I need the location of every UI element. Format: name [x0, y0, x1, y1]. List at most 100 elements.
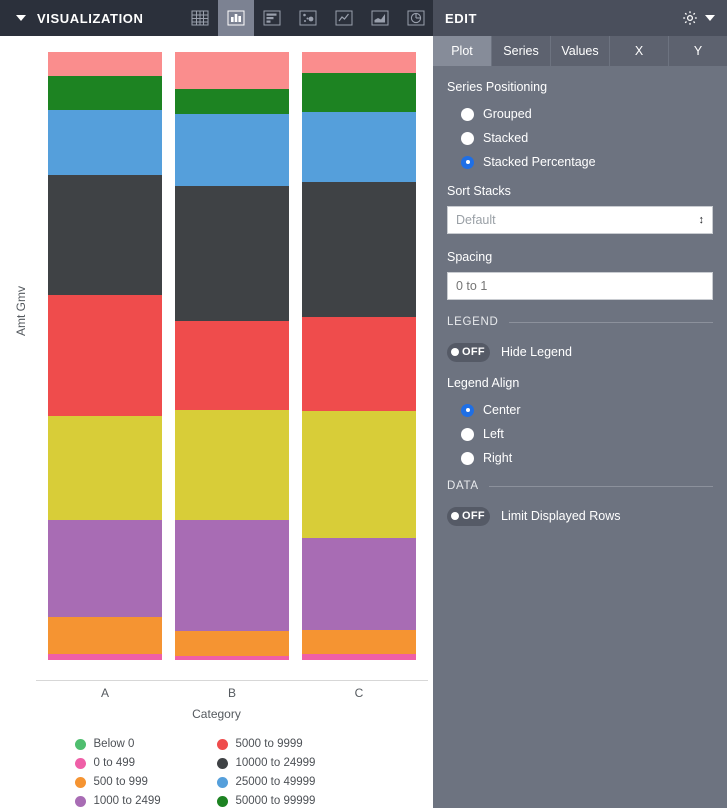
- bar-segment[interactable]: [48, 175, 162, 295]
- chart-legend: Below 0 5000 to 9999 0 to 499 10000 to 2499…: [0, 736, 433, 808]
- legend-align-option-right[interactable]: Right: [447, 446, 713, 470]
- bar-b[interactable]: [175, 52, 289, 660]
- bar-segment[interactable]: [48, 415, 162, 521]
- legend-align-option-left[interactable]: Left: [447, 422, 713, 446]
- scatter-chart-icon[interactable]: [290, 0, 326, 36]
- bar-segment[interactable]: [175, 630, 289, 656]
- legend-item-label: 10000 to 24999: [235, 757, 316, 769]
- select-arrow-icon: ↕: [698, 213, 705, 226]
- legend-color-swatch-icon: [74, 757, 86, 769]
- pie-chart-icon[interactable]: [398, 0, 434, 36]
- legend-item[interactable]: 1000 to 2499: [74, 793, 217, 808]
- series-positioning-option-stacked[interactable]: Stacked: [447, 126, 713, 150]
- bar-segment[interactable]: [302, 317, 416, 412]
- section-divider: [508, 321, 713, 323]
- tab-y[interactable]: Y: [669, 36, 727, 66]
- radio-icon: [461, 403, 474, 417]
- legend-section-title: LEGEND: [447, 316, 499, 328]
- bar-segment[interactable]: [48, 75, 162, 110]
- bar-segment[interactable]: [48, 616, 162, 654]
- bar-segment[interactable]: [175, 114, 289, 186]
- data-section-header: DATA: [447, 480, 713, 492]
- tab-series[interactable]: Series: [492, 36, 551, 66]
- bar-segment[interactable]: [302, 411, 416, 538]
- line-chart-icon[interactable]: [326, 0, 362, 36]
- column-chart-icon[interactable]: [217, 0, 254, 36]
- limit-rows-toggle[interactable]: OFF: [447, 506, 490, 526]
- legend-item[interactable]: 0 to 499: [74, 755, 217, 771]
- bar-segment[interactable]: [302, 537, 416, 631]
- bar-segment[interactable]: [48, 294, 162, 416]
- x-axis-tick-b: B: [227, 686, 236, 700]
- area-chart-icon[interactable]: [362, 0, 398, 36]
- hide-legend-row: OFF Hide Legend: [447, 340, 713, 364]
- series-positioning-option-stacked-percentage[interactable]: Stacked Percentage: [447, 150, 713, 174]
- section-divider: [488, 485, 713, 487]
- bar-segment[interactable]: [302, 630, 416, 654]
- spacing-input[interactable]: [447, 272, 713, 300]
- tab-x[interactable]: X: [610, 36, 669, 66]
- legend-color-swatch-icon: [74, 795, 86, 807]
- radio-label: Right: [483, 451, 513, 465]
- bar-chart-icon[interactable]: [254, 0, 290, 36]
- limit-rows-row: OFF Limit Displayed Rows: [447, 504, 713, 528]
- bar-segment[interactable]: [48, 520, 162, 617]
- bar-segment[interactable]: [48, 109, 162, 176]
- bar-segment[interactable]: [175, 52, 289, 90]
- radio-icon: [461, 451, 474, 465]
- legend-color-swatch-icon: [74, 776, 86, 788]
- bar-segment[interactable]: [302, 72, 416, 112]
- limit-rows-toggle-state: OFF: [462, 510, 485, 522]
- table-icon[interactable]: [182, 0, 218, 36]
- bar-segment[interactable]: [175, 409, 289, 521]
- legend-align-radio-group: Center Left Right: [447, 398, 713, 470]
- radio-icon: [461, 155, 474, 169]
- bar-segment[interactable]: [48, 52, 162, 76]
- legend-align-option-center[interactable]: Center: [447, 398, 713, 422]
- sort-stacks-select[interactable]: Default ↕: [447, 206, 713, 234]
- hide-legend-toggle[interactable]: OFF: [447, 342, 490, 362]
- gear-icon[interactable]: [681, 9, 699, 27]
- legend-item-label: 50000 to 99999: [235, 795, 316, 807]
- series-positioning-radio-group: Grouped Stacked Stacked Percentage: [447, 102, 713, 174]
- legend-item[interactable]: 50000 to 99999: [216, 793, 359, 808]
- legend-color-swatch-icon: [216, 776, 228, 788]
- radio-label: Center: [483, 403, 521, 417]
- edit-panel-header-actions: [681, 9, 715, 27]
- legend-item[interactable]: 25000 to 49999: [216, 774, 359, 790]
- bar-segment[interactable]: [302, 52, 416, 73]
- spacing-label: Spacing: [447, 250, 493, 264]
- edit-panel-body: Series Positioning Grouped Stacked Stacked…: [433, 66, 727, 528]
- tab-values[interactable]: Values: [551, 36, 610, 66]
- legend-item[interactable]: 10000 to 24999: [216, 755, 359, 771]
- chevron-down-icon[interactable]: [705, 15, 715, 21]
- chevron-down-icon[interactable]: [16, 15, 26, 21]
- radio-label: Left: [483, 427, 504, 441]
- bar-segment[interactable]: [302, 181, 416, 318]
- bar-segment[interactable]: [175, 89, 289, 115]
- radio-icon: [461, 107, 474, 121]
- legend-item[interactable]: Below 0: [74, 736, 217, 752]
- legend-section-header: LEGEND: [447, 316, 713, 328]
- x-axis-line: [36, 680, 428, 681]
- sort-stacks-label: Sort Stacks: [447, 184, 511, 198]
- bar-segment[interactable]: [175, 321, 289, 410]
- legend-item[interactable]: 500 to 999: [74, 774, 217, 790]
- bar-segment[interactable]: [175, 185, 289, 322]
- legend-item[interactable]: 5000 to 9999: [216, 736, 359, 752]
- series-positioning-label: Series Positioning: [447, 80, 548, 94]
- radio-icon: [461, 427, 474, 441]
- bar-segment[interactable]: [302, 111, 416, 182]
- bar-segment[interactable]: [175, 655, 289, 660]
- bar-segment[interactable]: [175, 520, 289, 631]
- hide-legend-label: Hide Legend: [501, 345, 572, 359]
- data-section-title: DATA: [447, 480, 479, 492]
- bar-a[interactable]: [48, 52, 162, 660]
- series-positioning-option-grouped[interactable]: Grouped: [447, 102, 713, 126]
- hide-legend-toggle-state: OFF: [462, 346, 485, 358]
- bar-segment[interactable]: [302, 653, 416, 660]
- legend-item-label: Below 0: [93, 738, 135, 750]
- tab-plot[interactable]: Plot: [433, 36, 492, 66]
- bar-c[interactable]: [302, 52, 416, 660]
- bar-segment[interactable]: [48, 653, 162, 660]
